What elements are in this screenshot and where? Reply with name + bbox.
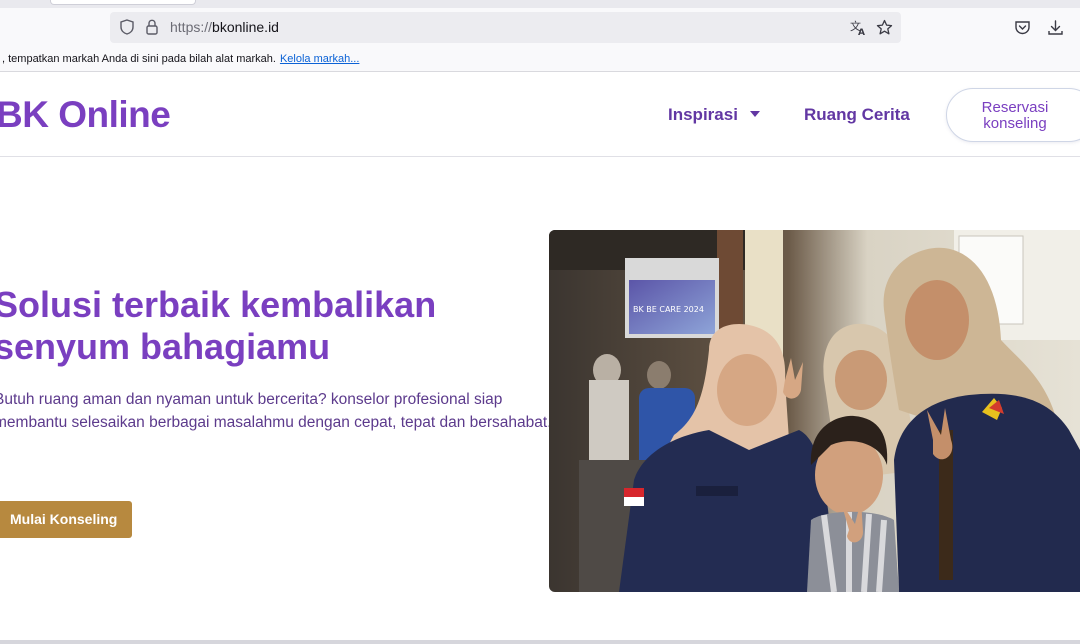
url-text[interactable]: https://bkonline.id bbox=[170, 12, 279, 43]
hero-subtitle-line1: Butuh ruang aman dan nyaman untuk bercer… bbox=[0, 391, 503, 408]
browser-toolbar: https://bkonline.id 文 A bbox=[0, 8, 1080, 48]
active-tab[interactable] bbox=[50, 0, 196, 5]
shield-icon[interactable] bbox=[120, 19, 134, 35]
translate-icon[interactable]: 文 A bbox=[850, 19, 867, 36]
nav-ruang-cerita[interactable]: Ruang Cerita bbox=[804, 72, 910, 157]
pocket-icon[interactable] bbox=[1014, 19, 1031, 36]
lock-icon[interactable] bbox=[146, 19, 158, 35]
hero-title-line1: Solusi terbaik kembalikan bbox=[0, 284, 437, 325]
reservasi-label-line1: Reservasi bbox=[981, 99, 1049, 116]
download-icon[interactable] bbox=[1047, 19, 1064, 36]
hero-subtitle: Butuh ruang aman dan nyaman untuk bercer… bbox=[0, 388, 552, 434]
svg-text:A: A bbox=[858, 28, 865, 36]
reservasi-label-line2: konseling bbox=[983, 115, 1047, 132]
address-bar[interactable]: https://bkonline.id 文 A bbox=[110, 12, 901, 43]
hero-title: Solusi terbaik kembalikan senyum bahagia… bbox=[0, 284, 534, 368]
nav-inspirasi-label: Inspirasi bbox=[668, 105, 738, 124]
chevron-down-icon bbox=[749, 110, 760, 117]
url-protocol: https:// bbox=[170, 19, 213, 35]
nav-inspirasi[interactable]: Inspirasi bbox=[668, 72, 760, 157]
mulai-konseling-button[interactable]: Mulai Konseling bbox=[0, 501, 132, 538]
manage-bookmarks-link[interactable]: Kelola markah... bbox=[280, 53, 359, 65]
hero-photo: BK BE CARE 2024 bbox=[549, 230, 1080, 592]
site-header: BK Online Inspirasi Ruang Cerita Reserva… bbox=[0, 72, 1080, 157]
hero-subtitle-line2: membantu selesaikan berbagai masalahmu d… bbox=[0, 414, 552, 431]
bookmarks-hint: , tempatkan markah Anda di sini pada bil… bbox=[2, 48, 359, 71]
star-icon[interactable] bbox=[876, 19, 893, 36]
url-host: bkonline.id bbox=[212, 19, 279, 35]
page-bottom-divider bbox=[0, 640, 1080, 644]
site-logo[interactable]: BK Online bbox=[0, 94, 171, 136]
browser-tab-strip bbox=[0, 0, 1080, 8]
hero-title-line2: senyum bahagiamu bbox=[0, 326, 331, 367]
reservasi-konseling-button[interactable]: Reservasi konseling bbox=[946, 88, 1080, 142]
bookmarks-bar: , tempatkan markah Anda di sini pada bil… bbox=[0, 48, 1080, 72]
bookmarks-hint-text: , tempatkan markah Anda di sini pada bil… bbox=[2, 53, 276, 65]
projector-screen-text: BK BE CARE 2024 bbox=[633, 305, 704, 314]
